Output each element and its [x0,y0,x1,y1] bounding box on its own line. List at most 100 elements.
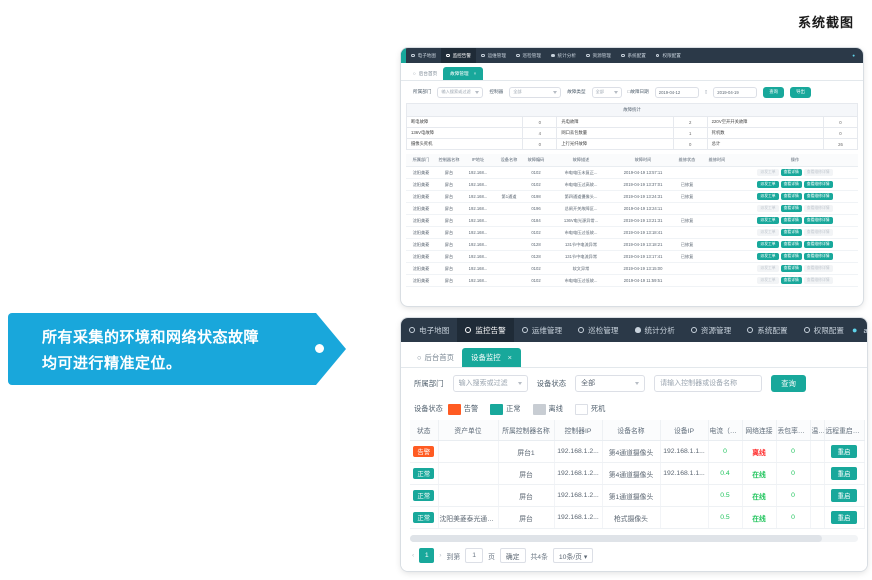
view-detail-button[interactable]: 查看详情 [780,205,802,212]
nav-item-jiankong-gaojing[interactable]: 监控告警 [457,318,514,342]
cell-remote-restart: 重启 [824,462,865,485]
dispatch-work-order-button[interactable]: 派发工单 [757,169,779,176]
view-detail-button[interactable]: 查看详情 [780,265,802,272]
dispatch-work-order-button[interactable]: 派发工单 [757,277,779,284]
legend-label: 告警 [463,404,479,413]
date-start-input[interactable]: 2019-04-12 [654,86,699,98]
bell-icon[interactable]: ● [852,325,857,335]
gear-icon [655,53,660,58]
table-row: 沈阳美菱 屏台 192.168... 0128 131节中电流异常 2019-04-19 … [406,238,858,251]
device-monitor-window: 电子地图 监控告警 运维管理 巡检管理 统计分析 资源管理 系统配置 权限配置 … [401,318,867,571]
dispatch-work-order-button[interactable]: 派发工单 [757,181,779,188]
view-repair-detail-button[interactable]: 查看维修详情 [803,169,833,176]
scrollbar-thumb[interactable] [410,535,823,542]
page-size-select[interactable]: 10条/页 ▾ [552,548,594,563]
tab-device-monitor[interactable]: 设备监控 × [462,348,521,367]
dispatch-work-order-button[interactable]: 派发工单 [757,229,779,236]
nav-label: 资源管理 [592,52,611,58]
view-repair-detail-button[interactable]: 查看维修详情 [803,193,833,200]
nav-item-xunjian-guanli[interactable]: 巡检管理 [511,48,546,63]
view-repair-detail-button[interactable]: 查看维修详情 [803,253,833,260]
page-number-1[interactable]: 1 [419,548,435,563]
table-header-row: 所属部门 控制器名称 IP地址 设备名称 故障编码 故障描述 故障时间 维修状态… [406,154,858,167]
tab-home[interactable]: ○ 后台首页 [409,348,462,367]
view-detail-button[interactable]: 查看详情 [780,253,802,260]
dispatch-work-order-button[interactable]: 派发工单 [757,217,779,224]
cell-time: 2019-04-19 13:24:31 [614,190,672,203]
dept-select[interactable]: 输入搜索或过滤 [437,86,484,98]
gear-icon [620,53,625,58]
nav-item-ziyuan-guanli[interactable]: 资源管理 [581,48,616,63]
next-page-button[interactable]: › [439,552,441,559]
view-repair-detail-button[interactable]: 查看维修详情 [803,181,833,188]
view-detail-button[interactable]: 查看详情 [780,241,802,248]
search-button[interactable]: 查询 [771,374,806,392]
view-repair-detail-button[interactable]: 查看维修详情 [803,277,833,284]
nav-item-yunwei-guanli[interactable]: 运维管理 [476,48,511,63]
nav-item-xunjian-guanli[interactable]: 巡检管理 [570,318,626,342]
restart-button[interactable]: 重启 [830,445,858,458]
tab-fault-management[interactable]: 故障管理 × [443,67,484,80]
table-row: 断电故障 0 光电故障 2 220V空开开关故障 0 [405,116,858,128]
prev-page-button[interactable]: ‹ [412,552,414,559]
view-repair-detail-button[interactable]: 查看维修详情 [803,217,833,224]
user-menu-label[interactable]: admin [863,326,867,335]
restart-button[interactable]: 重启 [830,511,858,524]
nav-item-jiankong-gaojing[interactable]: 监控告警 [440,48,476,63]
nav-item-tongji-fenxi[interactable]: 统计分析 [627,318,683,342]
cell-remote-restart: 重启 [824,506,865,529]
dispatch-work-order-button[interactable]: 派发工单 [757,265,779,272]
nav-item-dianzi-ditu[interactable]: 电子地图 [401,318,457,342]
view-detail-button[interactable]: 查看详情 [780,217,802,224]
nav-label: 运维管理 [487,52,506,58]
nav-item-tongji-fenxi[interactable]: 统计分析 [546,48,581,63]
close-icon[interactable]: × [474,71,477,76]
goto-page-input[interactable]: 1 [465,548,484,563]
dept-select[interactable]: 输入搜索或过滤 [452,374,528,392]
device-status-select[interactable]: 全部 [575,374,646,392]
col-remote-restart: 远程重启控... [824,420,865,441]
fault-type-select[interactable]: 全部 [591,86,622,98]
export-button[interactable]: 导出 [790,86,811,98]
dispatch-work-order-button[interactable]: 派发工单 [757,205,779,212]
bell-icon[interactable]: ● [852,53,855,58]
cell-actions: 派发工单 查看详情 查看维修详情 [732,178,858,191]
controller-select[interactable]: 全部 [509,86,562,98]
dispatch-work-order-button[interactable]: 派发工单 [757,253,779,260]
cell-temperature [810,462,825,485]
search-button[interactable]: 查询 [763,86,785,98]
nav-label: 监控告警 [475,325,506,335]
nav-item-xitong-peizhi[interactable]: 系统配置 [739,318,795,342]
nav-item-ziyuan-guanli[interactable]: 资源管理 [683,318,739,342]
search-input[interactable]: 请输入控制器或设备名称 [654,374,763,392]
restart-button[interactable]: 重启 [830,467,858,480]
restart-button[interactable]: 重启 [830,489,858,502]
nav-item-dianzi-ditu[interactable]: 电子地图 [406,48,441,63]
tab-home[interactable]: ○ 后台首页 [407,67,443,80]
view-repair-detail-button[interactable]: 查看维修详情 [803,229,833,236]
pagination: ‹ 1 › 到第 1 页 确定 共4条 10条/页 ▾ [410,542,858,569]
confirm-button[interactable]: 确定 [499,548,526,563]
legend-title: 设备状态 [414,404,443,413]
legend-item-offline: 离线 [532,403,563,415]
view-detail-button[interactable]: 查看详情 [780,169,802,176]
view-repair-detail-button[interactable]: 查看维修详情 [803,205,833,212]
view-repair-detail-button[interactable]: 查看维修详情 [803,241,833,248]
nav-item-quanxian-peizhi[interactable]: 权限配置 [651,48,686,63]
view-detail-button[interactable]: 查看详情 [780,193,802,200]
nav-item-xitong-peizhi[interactable]: 系统配置 [616,48,651,63]
cell-controller-ip: 192.168.1.2... [554,506,603,529]
cell-ip: 192.168... [462,190,494,203]
view-detail-button[interactable]: 查看详情 [780,229,802,236]
dispatch-work-order-button[interactable]: 派发工单 [757,241,779,248]
view-repair-detail-button[interactable]: 查看维修详情 [803,265,833,272]
close-icon[interactable]: × [508,353,512,362]
date-end-input[interactable]: 2019-04-19 [713,86,758,98]
nav-item-yunwei-guanli[interactable]: 运维管理 [514,318,570,342]
dispatch-work-order-button[interactable]: 派发工单 [757,193,779,200]
nav-item-quanxian-peizhi[interactable]: 权限配置 [796,318,852,342]
view-detail-button[interactable]: 查看详情 [780,181,802,188]
cell-device-ip: 192.168.1.1... [660,440,709,463]
horizontal-scrollbar[interactable] [410,535,858,542]
view-detail-button[interactable]: 查看详情 [780,277,802,284]
